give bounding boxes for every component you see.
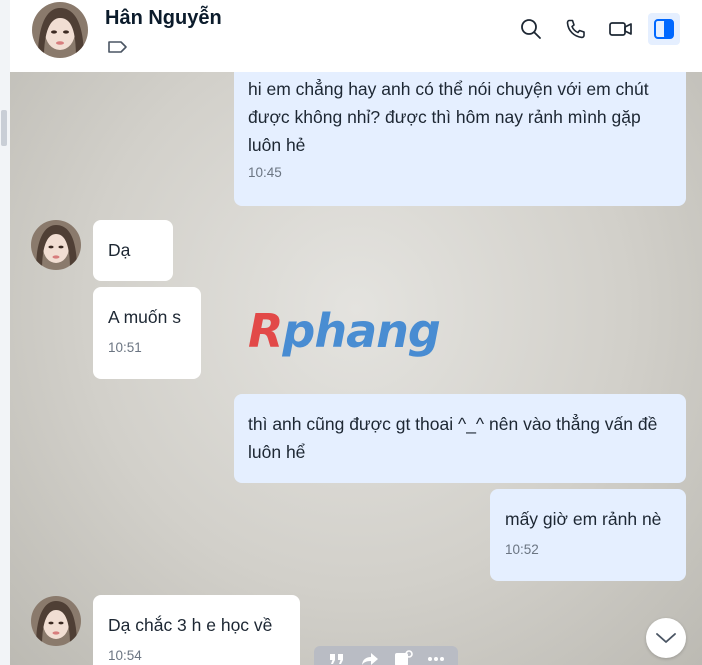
voice-call-button[interactable]: [560, 13, 592, 45]
message-text: hi em chẳng hay anh có thể nói chuyện vớ…: [248, 79, 649, 155]
message-text: A muốn s: [108, 307, 181, 327]
message-text: mấy giờ em rảnh nè: [505, 509, 662, 529]
label-tag-icon[interactable]: [107, 39, 129, 55]
message-list[interactable]: hi em chẳng hay anh có thể nói chuyện vớ…: [10, 72, 702, 665]
message-bubble[interactable]: thì anh cũng được gt thoai ^_^ nên vào t…: [234, 394, 686, 483]
contact-avatar[interactable]: [32, 2, 88, 58]
message-bubble[interactable]: A muốn s 10:51: [93, 287, 201, 379]
video-call-button[interactable]: [605, 13, 637, 45]
message-text: Dạ: [108, 240, 131, 260]
watermark-logo: Rphang: [248, 304, 441, 358]
message-time: 10:52: [505, 542, 539, 557]
message-bubble[interactable]: mấy giờ em rảnh nè 10:52: [490, 489, 686, 581]
search-icon: [521, 19, 541, 39]
message-time: 10:51: [108, 340, 142, 355]
video-call-icon: [609, 22, 632, 36]
quote-icon[interactable]: [327, 650, 347, 665]
contact-name[interactable]: Hân Nguyễn: [105, 7, 222, 30]
message-time: 10:45: [248, 165, 282, 180]
message-time: 10:54: [108, 648, 142, 663]
scroll-to-bottom-button[interactable]: [646, 618, 686, 658]
sender-avatar[interactable]: [31, 596, 81, 646]
search-button[interactable]: [515, 13, 547, 45]
message-bubble[interactable]: Dạ: [93, 220, 173, 281]
forward-icon[interactable]: [360, 650, 380, 665]
sender-avatar[interactable]: [31, 220, 81, 270]
message-bubble[interactable]: Dạ chắc 3 h e học về 10:54: [93, 595, 300, 665]
more-options-icon[interactable]: [426, 650, 446, 665]
message-actions-bar: [314, 646, 458, 665]
sidebar-panel-icon: [654, 19, 674, 39]
message-text: Dạ chắc 3 h e học về: [108, 615, 273, 635]
conversation-info-button[interactable]: [648, 13, 680, 45]
phone-icon: [566, 19, 585, 39]
task-icon[interactable]: [393, 649, 413, 665]
message-text: thì anh cũng được gt thoai ^_^ nên vào t…: [248, 414, 658, 462]
chat-header: Hân Nguyễn: [10, 0, 702, 73]
message-bubble[interactable]: hi em chẳng hay anh có thể nói chuyện vớ…: [234, 72, 686, 206]
panel-scrollbar[interactable]: [1, 110, 7, 146]
chevron-down-icon: [656, 633, 676, 643]
